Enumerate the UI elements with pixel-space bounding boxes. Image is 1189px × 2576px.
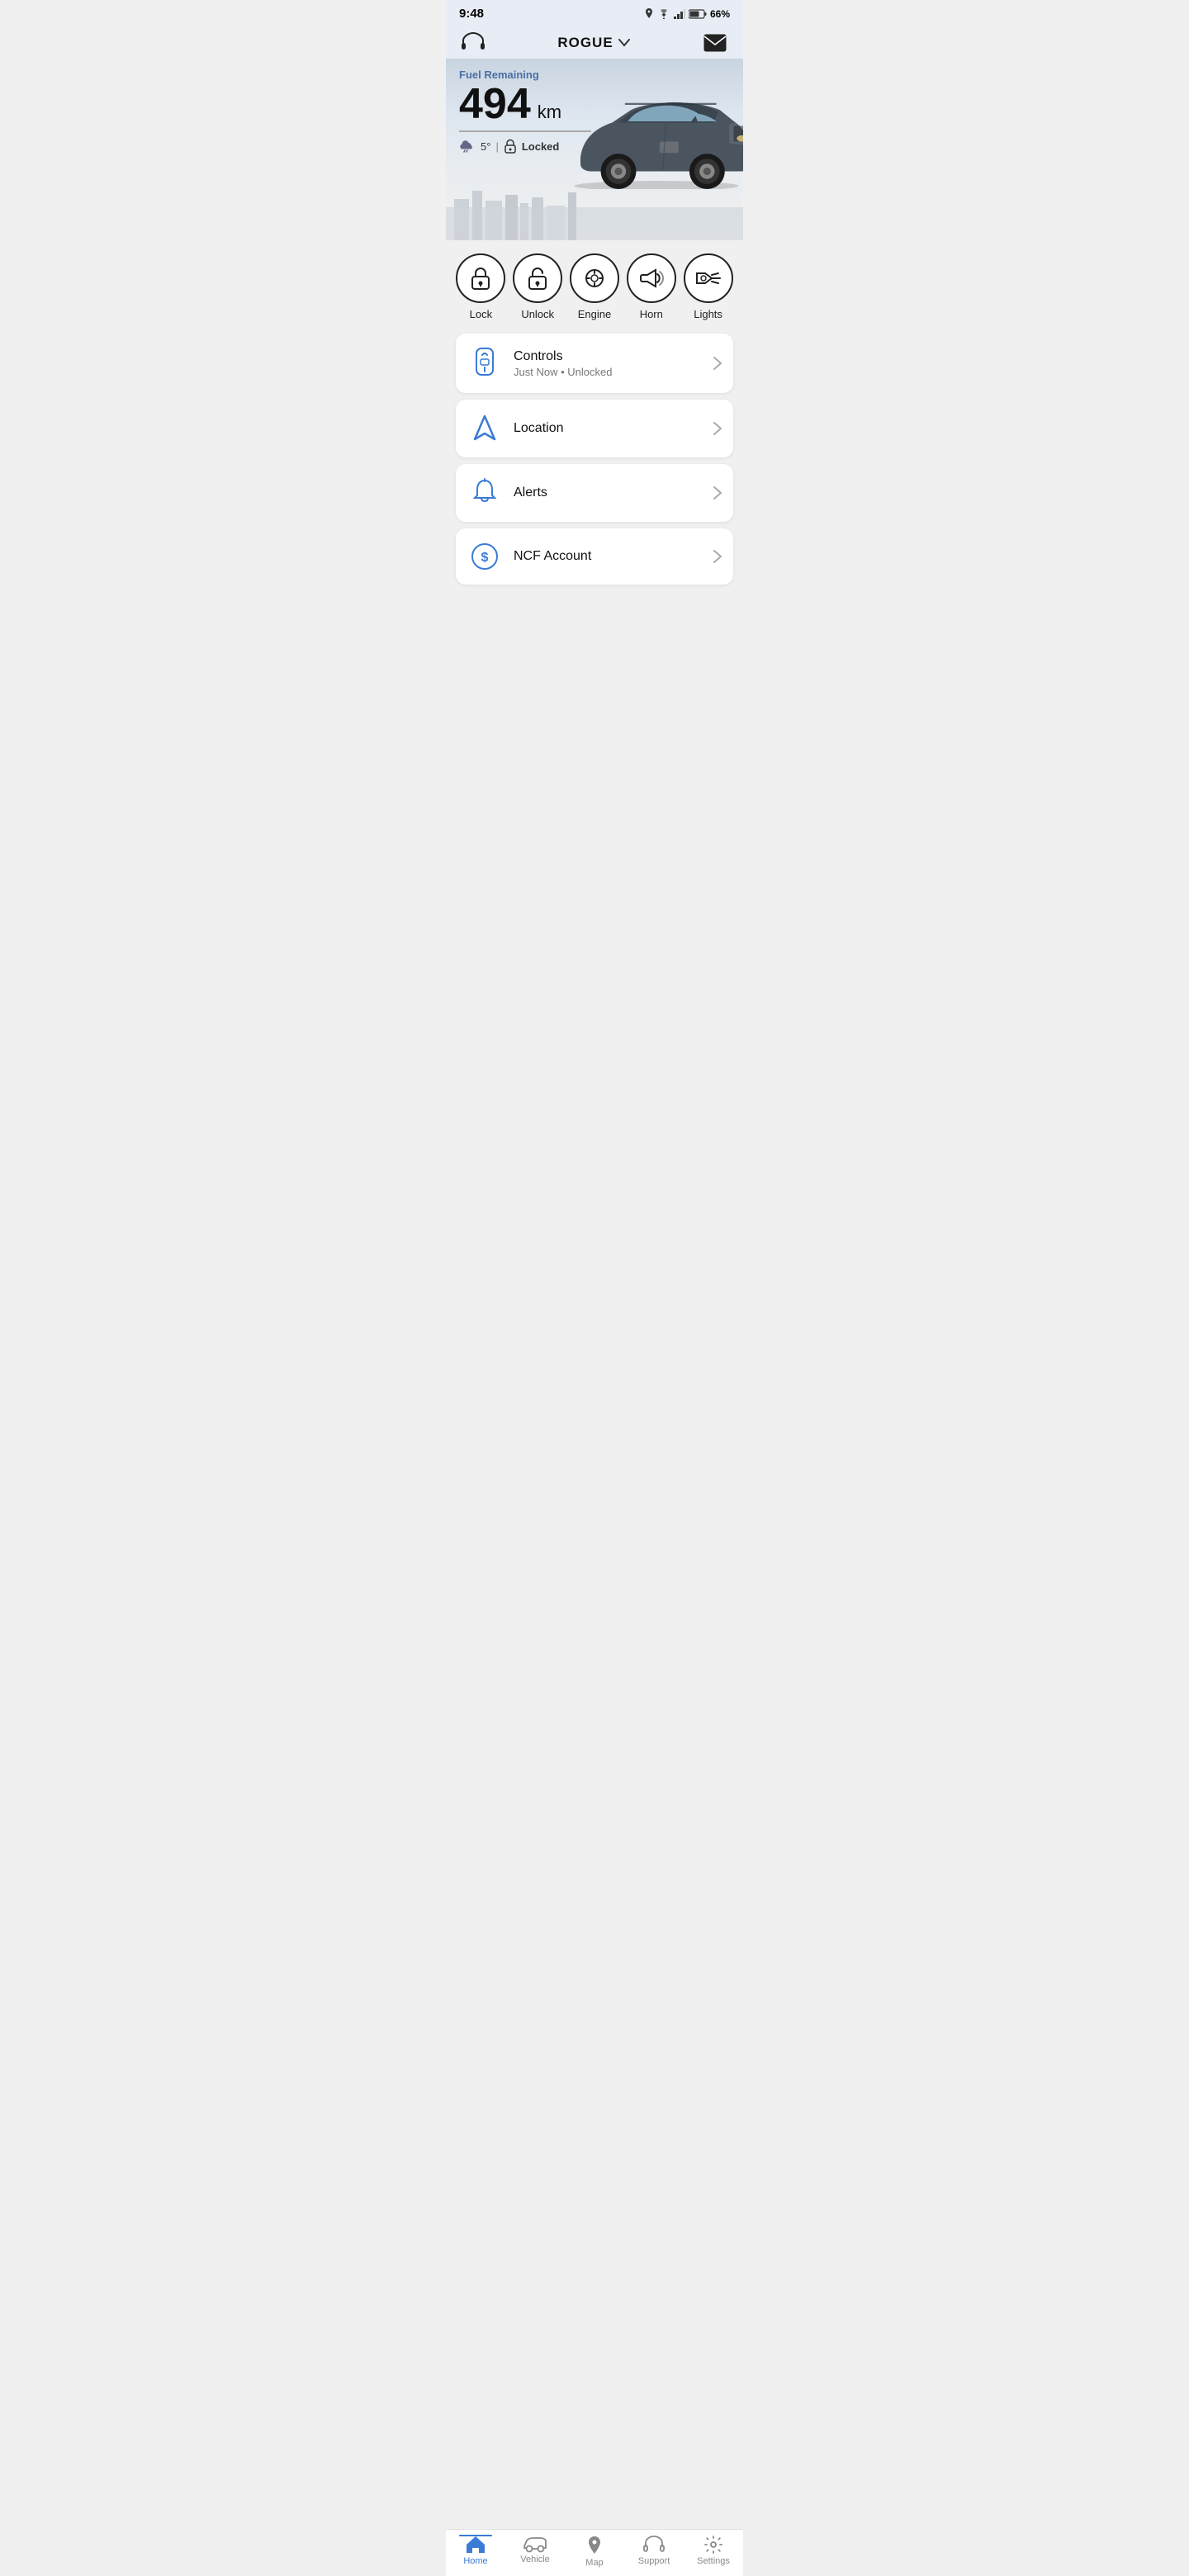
lock-status-text: Locked [522,140,560,153]
vehicle-selector[interactable]: ROGUE [557,35,629,51]
signal-icon [674,9,685,19]
unlock-button[interactable] [513,253,562,303]
lock-status-icon [504,139,517,154]
engine-control[interactable]: Engine [570,253,619,320]
controls-menu-title: Controls [514,349,702,364]
lights-control[interactable]: Lights [684,253,733,320]
fuel-unit: km [538,102,561,123]
nav-map-label: Map [585,2558,603,2568]
status-time: 9:48 [459,7,484,21]
nav-settings-label: Settings [697,2556,730,2566]
location-chevron-icon [713,422,722,435]
controls-icon-wrap [467,347,502,380]
skyline-bg [446,182,743,240]
divider: | [495,140,498,153]
lights-icon [695,268,722,288]
menu-section: Controls Just Now • Unlocked Location [446,327,743,591]
location-icon [471,413,498,444]
weather-icon [459,140,476,153]
vehicle-name: ROGUE [557,35,613,51]
nav-vehicle-label: Vehicle [520,2555,549,2564]
location-menu-item[interactable]: Location [456,400,733,457]
alerts-chevron-icon [713,486,722,500]
svg-text:$: $ [481,551,489,565]
bottom-nav: Home Vehicle Map Support [446,2529,743,2576]
mail-icon [703,34,727,52]
lock-label: Lock [470,308,492,320]
ncf-chevron-icon [713,550,722,563]
lock-button[interactable] [456,253,505,303]
quick-controls: Lock Unlock [446,240,743,327]
fuel-value: 494 [459,83,531,125]
location-icon-wrap [467,413,502,444]
headphone-icon [459,31,487,55]
location-status-icon [644,8,654,20]
home-icon [465,2535,486,2555]
location-menu-text: Location [514,421,702,436]
horn-button[interactable] [627,253,676,303]
horn-icon [639,268,664,288]
unlock-control[interactable]: Unlock [513,253,562,320]
mail-button[interactable] [700,31,730,54]
chevron-down-icon [618,39,630,47]
support-nav-icon [642,2535,666,2555]
ncf-icon-wrap: $ [467,542,502,571]
nav-home-wrap[interactable]: Home [452,2535,499,2568]
hero-section: Fuel Remaining 494 km 5° | Locked [446,59,743,240]
battery-icon [689,9,707,19]
engine-icon [582,266,607,291]
location-menu-title: Location [514,421,702,436]
alerts-icon-wrap [467,477,502,509]
nav-settings[interactable]: Settings [690,2535,737,2568]
alerts-icon [471,477,498,509]
engine-button[interactable] [570,253,619,303]
unlock-label: Unlock [521,308,554,320]
controls-menu-subtitle: Just Now • Unlocked [514,366,702,378]
ncf-menu-text: NCF Account [514,549,702,564]
wifi-icon [657,9,670,19]
nav-home[interactable]: Home [452,2535,499,2566]
map-nav-icon [585,2535,604,2556]
nav-vehicle[interactable]: Vehicle [512,2535,558,2568]
nav-support-label: Support [638,2556,670,2566]
nav-map[interactable]: Map [571,2535,618,2568]
horn-label: Horn [640,308,663,320]
alerts-menu-text: Alerts [514,485,702,500]
horn-control[interactable]: Horn [627,253,676,320]
nav-home-label: Home [463,2556,487,2566]
temperature: 5° [481,140,490,153]
engine-label: Engine [578,308,611,320]
unlock-icon [526,266,549,291]
controls-menu-text: Controls Just Now • Unlocked [514,349,702,378]
vehicle-nav-icon [523,2535,547,2553]
lights-button[interactable] [684,253,733,303]
ncf-account-menu-item[interactable]: $ NCF Account [456,528,733,585]
lock-icon [469,266,492,291]
controls-row: Lock Unlock [452,253,737,320]
app-header: ROGUE [446,24,743,59]
alerts-menu-item[interactable]: Alerts [456,464,733,522]
controls-menu-item[interactable]: Controls Just Now • Unlocked [456,334,733,393]
settings-nav-icon [703,2535,723,2555]
alerts-menu-title: Alerts [514,485,702,500]
battery-pct: 66% [710,8,730,20]
lock-control[interactable]: Lock [456,253,505,320]
support-icon-wrap[interactable] [459,31,487,55]
status-bar: 9:48 66% [446,0,743,24]
status-icons: 66% [644,8,730,20]
controls-icon [470,347,500,380]
ncf-menu-title: NCF Account [514,549,702,564]
car-image [561,75,743,189]
ncf-icon: $ [470,542,500,571]
nav-support[interactable]: Support [631,2535,677,2568]
lights-label: Lights [694,308,722,320]
controls-chevron-icon [713,357,722,370]
